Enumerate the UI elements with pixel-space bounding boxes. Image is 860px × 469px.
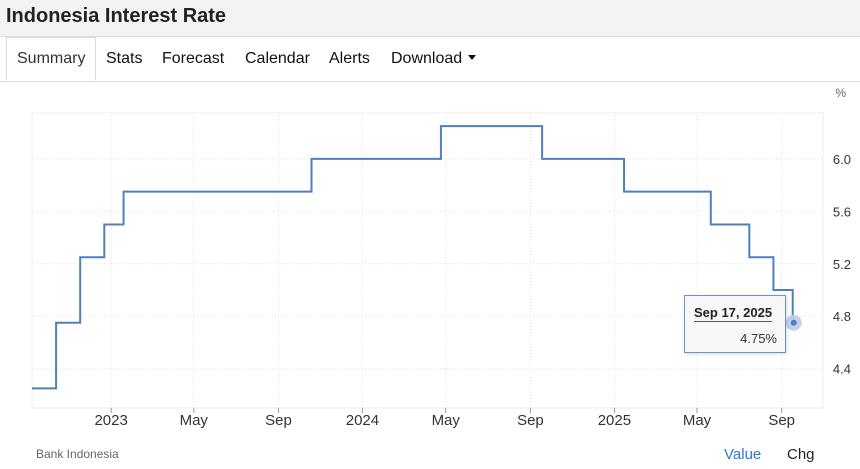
x-tick-label: May	[683, 412, 712, 429]
tab-bar: Summary Stats Forecast Calendar Alerts D…	[0, 37, 860, 82]
x-tick-label: 2023	[94, 412, 127, 429]
y-unit-label: %	[835, 86, 846, 100]
y-tick-label: 6.0	[833, 152, 851, 167]
page-header: Indonesia Interest Rate	[0, 0, 860, 37]
tooltip-value: 4.75%	[740, 331, 777, 346]
x-tick-label: May	[180, 412, 209, 429]
y-tick-label: 5.2	[833, 257, 851, 272]
x-tick-label: May	[432, 412, 461, 429]
y-tick-label: 4.8	[833, 309, 851, 324]
y-tick-label: 4.4	[833, 362, 851, 377]
caret-down-icon	[468, 55, 477, 61]
interest-rate-chart: 4.4 4.8 5.2 5.6 6.0% 2023 May Sep 2024 May Sep 2025…	[31, 86, 851, 429]
last-point-marker	[790, 319, 797, 326]
tab-summary[interactable]: Summary	[6, 37, 97, 81]
tab-download[interactable]: Download	[391, 37, 477, 81]
x-tick-label: Sep	[265, 412, 292, 429]
x-tick-label: 2024	[346, 412, 379, 429]
source-label: Bank Indonesia	[36, 447, 119, 461]
x-tick-label: Sep	[768, 412, 795, 429]
tab-calendar[interactable]: Calendar	[245, 37, 310, 81]
tab-forecast[interactable]: Forecast	[162, 37, 224, 81]
plot-area	[31, 112, 824, 409]
chg-toggle[interactable]: Chg	[787, 446, 815, 463]
tab-stats[interactable]: Stats	[106, 37, 142, 81]
rate-series-line	[32, 125, 794, 390]
x-tick-label: Sep	[517, 412, 544, 429]
value-toggle[interactable]: Value	[724, 446, 761, 463]
chart-tooltip: Sep 17, 2025 4.75%	[684, 295, 786, 353]
tab-download-label: Download	[391, 50, 463, 67]
x-tick-label: 2025	[598, 412, 631, 429]
tab-alerts[interactable]: Alerts	[329, 37, 370, 81]
page-title: Indonesia Interest Rate	[6, 5, 227, 27]
y-tick-label: 5.6	[833, 204, 851, 219]
tooltip-date: Sep 17, 2025	[694, 305, 773, 322]
